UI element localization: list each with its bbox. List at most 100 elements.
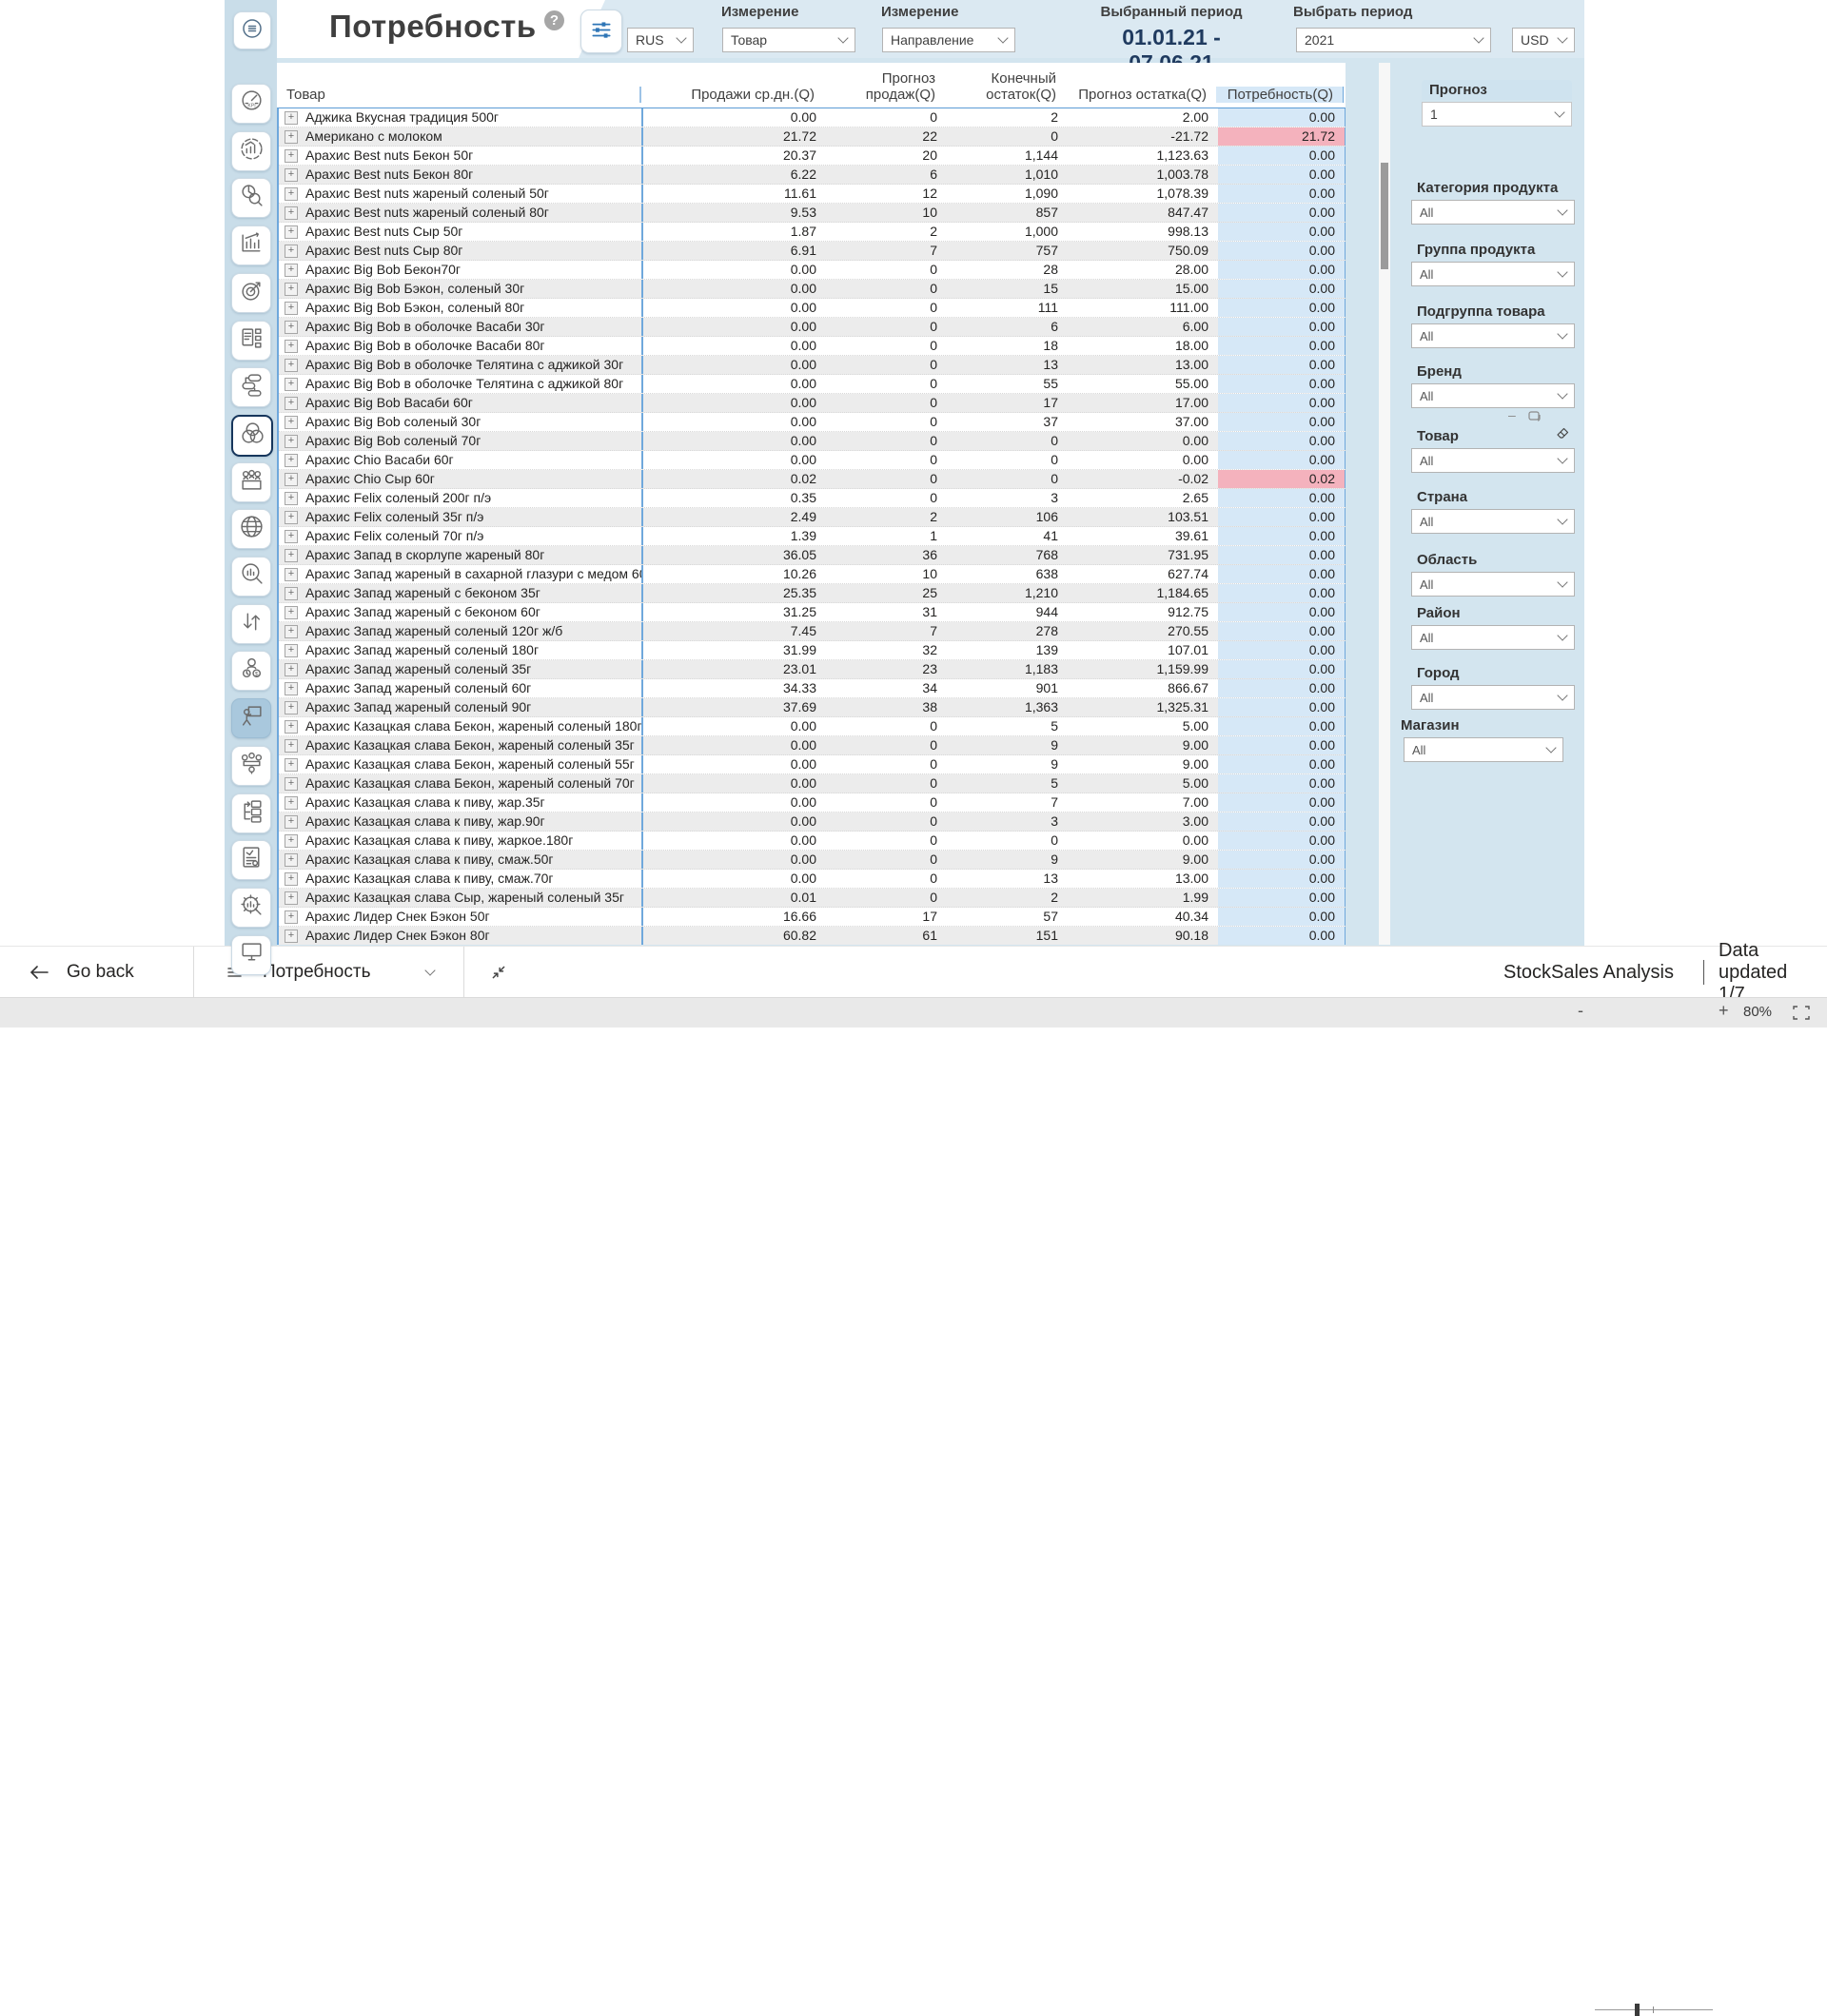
table-row[interactable]: +Арахис Запад жареный соленый 180г31.993… xyxy=(279,641,1346,660)
expand-icon[interactable]: + xyxy=(285,473,298,486)
sidebar-button-report-document[interactable] xyxy=(231,840,271,880)
table-row[interactable]: +Арахис Big Bob соленый 70г0.00000.000.0… xyxy=(279,432,1346,451)
expand-icon[interactable]: + xyxy=(285,359,298,372)
expand-icon[interactable]: + xyxy=(285,758,298,772)
table-row[interactable]: +Арахис Запад жареный соленый 60г34.3334… xyxy=(279,679,1346,698)
filter-7-select[interactable]: All xyxy=(1411,625,1575,650)
table-row[interactable]: +Арахис Запад жареный соленый 120г ж/б7.… xyxy=(279,622,1346,641)
table-row[interactable]: +Арахис Казацкая слава к пиву, жаркое.18… xyxy=(279,832,1346,851)
filter-2-select[interactable]: All xyxy=(1411,323,1575,348)
expand-icon[interactable]: + xyxy=(285,378,298,391)
expand-icon[interactable]: + xyxy=(285,930,298,943)
collapse-icon[interactable] xyxy=(490,947,507,998)
expand-icon[interactable]: + xyxy=(285,225,298,239)
table-row[interactable]: +Американо с молоком21.72220-21.7221.72 xyxy=(279,127,1346,147)
popout-icon[interactable] xyxy=(1528,409,1542,426)
filter-8-select[interactable]: All xyxy=(1411,685,1575,710)
column-header-2[interactable]: Прогноз продаж(Q) xyxy=(824,70,945,103)
zoom-slider-thumb[interactable] xyxy=(1635,2004,1640,2016)
expand-icon[interactable]: + xyxy=(285,682,298,695)
sidebar-button-process-flow[interactable] xyxy=(231,367,271,407)
expand-icon[interactable]: + xyxy=(285,130,298,144)
table-row[interactable]: +Арахис Best nuts Бекон 80г6.2261,0101,0… xyxy=(279,166,1346,185)
expand-icon[interactable]: + xyxy=(285,739,298,753)
sidebar-button-growth-cycle[interactable] xyxy=(231,131,271,171)
expand-icon[interactable]: + xyxy=(285,644,298,657)
table-row[interactable]: +Арахис Казацкая слава к пиву, смаж.50г0… xyxy=(279,851,1346,870)
table-row[interactable]: +Арахис Best nuts жареный соленый 50г11.… xyxy=(279,185,1346,204)
expand-icon[interactable]: + xyxy=(285,168,298,182)
table-row[interactable]: +Арахис Запад жареный с беконом 35г25.35… xyxy=(279,584,1346,603)
filter-1-select[interactable]: All xyxy=(1411,262,1575,286)
expand-icon[interactable]: + xyxy=(285,796,298,810)
table-row[interactable]: +Арахис Лидер Снек Бэкон 50г16.66175740.… xyxy=(279,908,1346,927)
sidebar-button-team-meeting[interactable] xyxy=(231,746,271,786)
expand-icon[interactable]: + xyxy=(285,302,298,315)
table-scrollbar[interactable] xyxy=(1379,63,1390,945)
filter-6-select[interactable]: All xyxy=(1411,572,1575,597)
expand-icon[interactable]: + xyxy=(285,187,298,201)
table-row[interactable]: +Арахис Лидер Снек Бэкон 80г60.826115190… xyxy=(279,927,1346,945)
sidebar-button-audience[interactable] xyxy=(231,462,271,502)
zoom-slider-track[interactable] xyxy=(1595,2009,1713,2010)
expand-icon[interactable]: + xyxy=(285,625,298,638)
sidebar-button-presentation[interactable] xyxy=(231,698,271,738)
table-row[interactable]: +Арахис Казацкая слава к пиву, смаж.70г0… xyxy=(279,870,1346,889)
table-row[interactable]: +Арахис Запад в скорлупе жареный 80г36.0… xyxy=(279,546,1346,565)
currency-select[interactable]: USD xyxy=(1512,28,1575,52)
current-page-name[interactable]: Потребность xyxy=(263,947,370,998)
table-row[interactable]: +Арахис Казацкая слава к пиву, жар.35г0.… xyxy=(279,793,1346,812)
table-row[interactable]: +Арахис Big Bob соленый 30г0.0003737.000… xyxy=(279,413,1346,432)
table-row[interactable]: +Арахис Big Bob в оболочке Телятина с ад… xyxy=(279,356,1346,375)
back-arrow-icon[interactable] xyxy=(29,947,49,998)
table-row[interactable]: +Арахис Казацкая слава к пиву, жар.90г0.… xyxy=(279,812,1346,832)
sidebar-button-bar-chart-trend[interactable] xyxy=(231,225,271,265)
expand-icon[interactable]: + xyxy=(285,606,298,619)
select-period-select[interactable]: 2021 xyxy=(1296,28,1491,52)
table-row[interactable]: +Арахис Best nuts Сыр 80г6.917757750.090… xyxy=(279,242,1346,261)
sidebar-button-search-analytics[interactable] xyxy=(231,557,271,597)
expand-icon[interactable]: + xyxy=(285,663,298,676)
zoom-in-button[interactable]: + xyxy=(1719,1001,1729,1021)
eraser-icon[interactable] xyxy=(1555,424,1571,445)
language-select[interactable]: RUS xyxy=(627,28,694,52)
expand-icon[interactable]: + xyxy=(285,549,298,562)
table-row[interactable]: +Арахис Big Bob Васаби 60г0.0001717.000.… xyxy=(279,394,1346,413)
expand-icon[interactable]: + xyxy=(285,891,298,905)
sidebar-button-monitor[interactable] xyxy=(231,935,271,975)
page-chevron-icon[interactable] xyxy=(426,947,434,998)
table-row[interactable]: +Арахис Запад жареный в сахарной глазури… xyxy=(279,565,1346,584)
expand-icon[interactable]: + xyxy=(285,206,298,220)
expand-icon[interactable]: + xyxy=(285,777,298,791)
column-header-1[interactable]: Продажи ср.дн.(Q) xyxy=(641,87,824,103)
expand-icon[interactable]: + xyxy=(285,264,298,277)
sidebar-button-numbered-report[interactable] xyxy=(231,321,271,361)
table-row[interactable]: +Арахис Big Bob Бекон70г0.0002828.000.00 xyxy=(279,261,1346,280)
expand-icon[interactable]: + xyxy=(285,149,298,163)
sidebar-button-globe[interactable] xyxy=(231,509,271,549)
column-header-3[interactable]: Конечный остаток(Q) xyxy=(945,70,1066,103)
table-row[interactable]: +Арахис Казацкая слава Сыр, жареный соле… xyxy=(279,889,1346,908)
expand-icon[interactable]: + xyxy=(285,283,298,296)
sidebar-button-person-time-money[interactable]: $ xyxy=(231,651,271,691)
forecast-filter-select[interactable]: 1 xyxy=(1422,102,1572,127)
sidebar-button-kpi-gauge[interactable]: KPI xyxy=(231,84,271,124)
menu-button[interactable] xyxy=(233,11,271,49)
expand-icon[interactable]: + xyxy=(285,111,298,125)
table-row[interactable]: +Арахис Казацкая слава Бекон, жареный со… xyxy=(279,755,1346,774)
expand-icon[interactable]: + xyxy=(285,720,298,734)
table-row[interactable]: +Арахис Felix соленый 200г п/э0.35032.65… xyxy=(279,489,1346,508)
expand-icon[interactable]: + xyxy=(285,321,298,334)
fit-to-screen-icon[interactable] xyxy=(1793,1006,1810,1025)
sidebar-button-target[interactable] xyxy=(231,273,271,313)
filter-5-select[interactable]: All xyxy=(1411,509,1575,534)
filter-9-select[interactable]: All xyxy=(1404,737,1563,762)
table-row[interactable]: +Арахис Felix соленый 35г п/э2.492106103… xyxy=(279,508,1346,527)
filter-4-select[interactable]: All xyxy=(1411,448,1575,473)
expand-icon[interactable]: + xyxy=(285,530,298,543)
table-row[interactable]: +Арахис Big Bob в оболочке Телятина с ад… xyxy=(279,375,1346,394)
table-row[interactable]: +Арахис Best nuts Бекон 50г20.37201,1441… xyxy=(279,147,1346,166)
table-row[interactable]: +Арахис Запад жареный с беконом 60г31.25… xyxy=(279,603,1346,622)
expand-icon[interactable]: + xyxy=(285,435,298,448)
dimension1-select[interactable]: Товар xyxy=(722,28,855,52)
